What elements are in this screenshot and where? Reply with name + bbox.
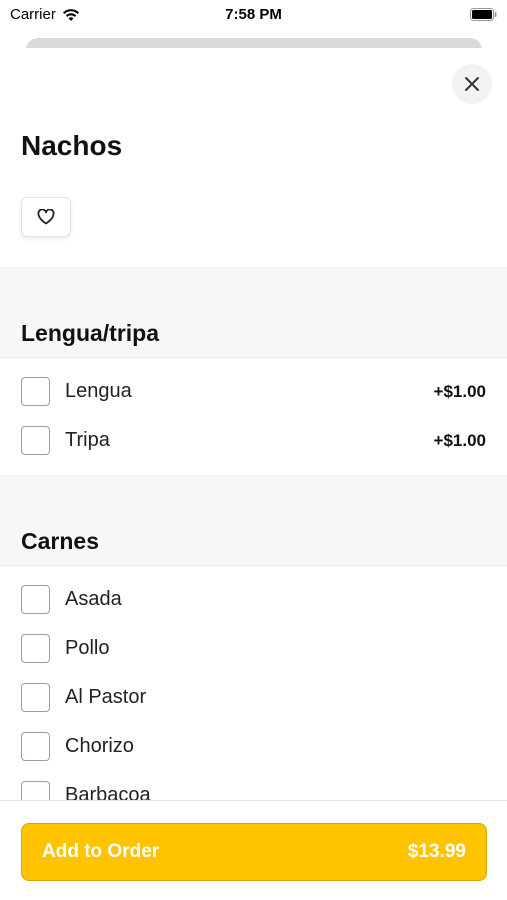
- option-row-pollo[interactable]: Pollo: [0, 624, 507, 673]
- group-header-lengua-tripa: Lengua/tripa: [0, 267, 507, 358]
- option-price: +$1.00: [433, 430, 486, 450]
- item-title: Nachos: [21, 130, 123, 161]
- option-label: Lengua: [65, 380, 132, 402]
- checkbox[interactable]: [21, 377, 50, 406]
- add-to-order-button[interactable]: Add to Order $13.99: [21, 823, 487, 881]
- option-row-lengua[interactable]: Lengua +$1.00: [0, 367, 507, 416]
- option-label: Tripa: [65, 429, 110, 451]
- order-total: $13.99: [407, 841, 466, 862]
- item-detail-sheet: Nachos Lengua/tripa Lengua +$1.00 Tripa …: [0, 48, 507, 900]
- battery-icon: [470, 8, 497, 21]
- option-price: +$1.00: [433, 381, 486, 401]
- status-time: 7:58 PM: [225, 6, 282, 23]
- group-title: Carnes: [21, 528, 99, 554]
- order-footer: Add to Order $13.99: [0, 800, 507, 900]
- option-label: Al Pastor: [65, 686, 147, 708]
- option-label: Pollo: [65, 637, 110, 659]
- option-row-asada[interactable]: Asada: [0, 575, 507, 624]
- checkbox[interactable]: [21, 732, 50, 761]
- checkbox[interactable]: [21, 426, 50, 455]
- checkbox[interactable]: [21, 585, 50, 614]
- group-header-carnes: Carnes: [0, 475, 507, 566]
- close-icon: [465, 77, 479, 91]
- checkbox[interactable]: [21, 683, 50, 712]
- checkbox[interactable]: [21, 634, 50, 663]
- option-row-tripa[interactable]: Tripa +$1.00: [0, 416, 507, 465]
- status-bar: Carrier 7:58 PM: [0, 0, 507, 30]
- option-row-chorizo[interactable]: Chorizo: [0, 722, 507, 771]
- screen: Carrier 7:58 PM Nachos Lengua/tripa Leng…: [0, 0, 507, 900]
- add-to-order-label: Add to Order: [42, 841, 160, 862]
- close-button[interactable]: [452, 64, 492, 104]
- favorite-button[interactable]: [21, 197, 71, 237]
- heart-icon: [37, 209, 55, 225]
- group-title: Lengua/tripa: [21, 320, 160, 346]
- option-row-al-pastor[interactable]: Al Pastor: [0, 673, 507, 722]
- option-label: Asada: [65, 588, 122, 610]
- option-label: Chorizo: [65, 735, 134, 757]
